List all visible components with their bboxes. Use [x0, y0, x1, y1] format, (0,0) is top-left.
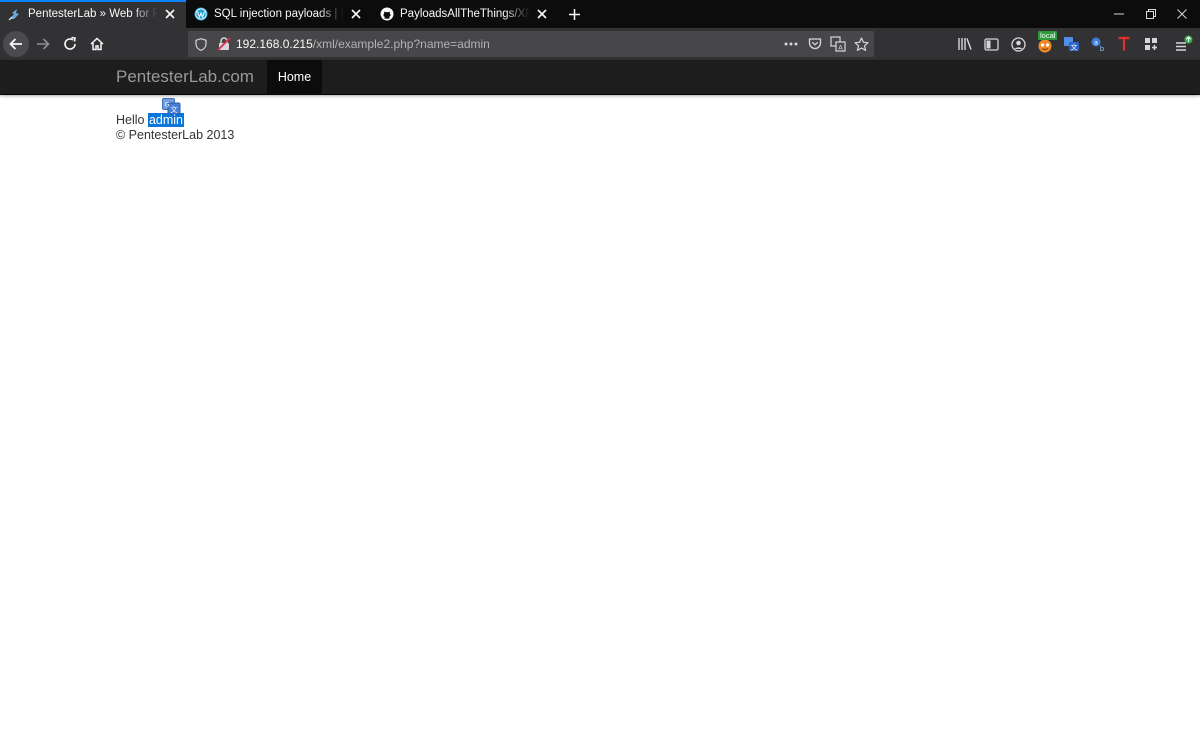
svg-text:a: a: [1094, 38, 1098, 46]
bookmark-star-icon[interactable]: [851, 34, 871, 54]
svg-text:文: 文: [171, 105, 178, 114]
svg-text:A: A: [838, 44, 843, 52]
tab-title: PayloadsAllTheThings/XPATH Injection: [400, 8, 530, 20]
back-button[interactable]: [3, 31, 29, 57]
close-icon: [1177, 9, 1187, 19]
home-icon: [90, 37, 104, 51]
account-icon[interactable]: [1008, 34, 1028, 54]
minimize-button[interactable]: [1101, 0, 1137, 28]
svg-text:b: b: [1100, 45, 1105, 52]
greeting-text: Hello: [116, 113, 148, 127]
url-bar[interactable]: 192.168.0.215/xml/example2.php?name=admi…: [188, 31, 874, 57]
new-tab-button[interactable]: [560, 0, 588, 28]
minimize-icon: [1114, 13, 1124, 15]
navigation-toolbar: 192.168.0.215/xml/example2.php?name=admi…: [0, 28, 1200, 60]
reload-button[interactable]: [57, 31, 83, 57]
insecure-connection-lock-icon[interactable]: [214, 34, 234, 54]
tab-close-icon[interactable]: [534, 6, 550, 22]
back-arrow-icon: [9, 38, 22, 50]
dictionary-extension-icon[interactable]: ab: [1088, 34, 1108, 54]
github-favicon-icon: [380, 7, 394, 21]
forward-arrow-icon: [37, 38, 50, 50]
pentesterlab-favicon-icon: [8, 7, 22, 21]
plus-icon: [568, 8, 580, 20]
extensions-grid-icon[interactable]: [1141, 34, 1161, 54]
reload-icon: [64, 36, 76, 50]
tab-payloadsallthethings[interactable]: PayloadsAllTheThings/XPATH Injection: [372, 0, 558, 28]
page-actions-ellipsis-icon[interactable]: [781, 34, 801, 54]
site-brand[interactable]: PentesterLab.com: [116, 67, 254, 87]
svg-text:文: 文: [1070, 43, 1077, 52]
selection-translate-popup-icon[interactable]: 文G: [162, 98, 181, 115]
svg-text:G: G: [164, 101, 169, 109]
tracking-protection-shield-icon[interactable]: [191, 34, 211, 54]
url-path: /xml/example2.php?name=admin: [312, 37, 490, 51]
home-button[interactable]: [84, 31, 110, 57]
wordpress-favicon-icon: [194, 7, 208, 21]
tab-close-icon[interactable]: [348, 6, 364, 22]
selected-name-text[interactable]: admin: [147, 113, 185, 127]
forward-button[interactable]: [30, 31, 56, 57]
restore-icon: [1146, 9, 1156, 19]
library-icon[interactable]: [955, 34, 975, 54]
app-menu-icon[interactable]: [1174, 34, 1194, 54]
pocket-icon[interactable]: [805, 34, 825, 54]
translator-extension-icon[interactable]: 文: [1061, 34, 1081, 54]
tab-pentesterlab[interactable]: PentesterLab » Web for Pentester: [0, 0, 186, 28]
copyright-footer: © PentesterLab 2013: [116, 128, 235, 142]
sidebar-toggle-icon[interactable]: [981, 34, 1001, 54]
tab-title: PentesterLab » Web for Pentester: [28, 8, 158, 20]
t-extension-icon[interactable]: [1114, 34, 1134, 54]
translate-page-icon[interactable]: A: [828, 34, 848, 54]
tab-close-icon[interactable]: [162, 6, 178, 22]
nav-home-link[interactable]: Home: [267, 60, 322, 95]
url-text[interactable]: 192.168.0.215/xml/example2.php?name=admi…: [236, 31, 490, 57]
tab-title: SQL injection payloads | IT Security: [214, 8, 344, 20]
site-navbar: PentesterLab.com Home: [0, 60, 1200, 95]
tab-sql-injection[interactable]: SQL injection payloads | IT Security: [186, 0, 372, 28]
extension-badge: local: [1038, 31, 1058, 40]
window-close-button[interactable]: [1164, 0, 1200, 28]
tab-strip: PentesterLab » Web for Pentester SQL inj…: [0, 0, 1200, 28]
url-host: 192.168.0.215: [236, 37, 313, 51]
